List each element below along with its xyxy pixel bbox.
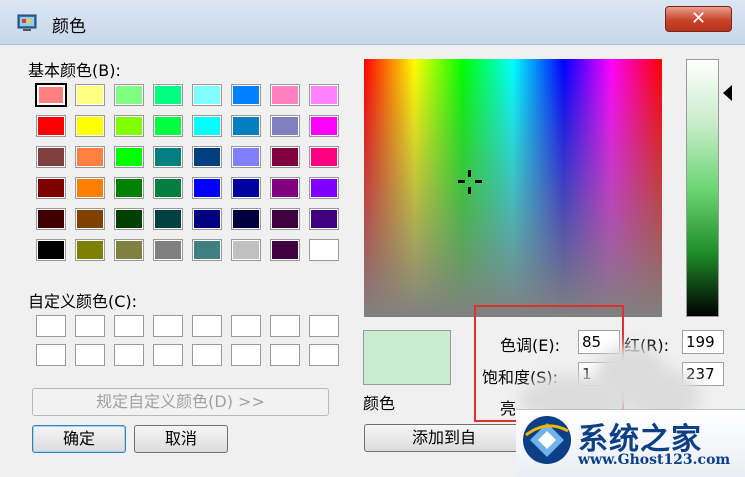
basic-color-swatch[interactable] <box>231 177 261 199</box>
basic-color-swatch[interactable] <box>36 239 66 261</box>
basic-color-swatch[interactable] <box>192 208 222 230</box>
preview-label: 颜色 <box>363 394 396 413</box>
basic-color-swatch[interactable] <box>75 177 105 199</box>
basic-color-swatch[interactable] <box>153 84 183 106</box>
close-icon: ✕ <box>690 8 707 29</box>
basic-color-swatch[interactable] <box>231 146 261 168</box>
basic-color-swatch[interactable] <box>231 208 261 230</box>
luminance-arrow-icon[interactable] <box>723 85 732 101</box>
basic-color-swatch[interactable] <box>192 84 222 106</box>
basic-color-swatch[interactable] <box>270 146 300 168</box>
custom-colors-label: 自定义颜色(C): <box>28 292 138 311</box>
watermark-url: www.Ghost123.com <box>578 452 731 468</box>
basic-color-swatch[interactable] <box>153 177 183 199</box>
basic-color-swatch[interactable] <box>153 146 183 168</box>
watermark-logo-icon <box>523 416 571 464</box>
basic-color-swatch[interactable] <box>192 177 222 199</box>
custom-color-slot[interactable] <box>231 344 261 366</box>
ok-button[interactable]: 确定 <box>32 425 126 453</box>
basic-color-swatch[interactable] <box>231 239 261 261</box>
custom-color-slot[interactable] <box>270 315 300 337</box>
luminance-slider[interactable] <box>686 59 719 317</box>
basic-color-swatch[interactable] <box>35 83 67 107</box>
custom-color-slot[interactable] <box>231 315 261 337</box>
basic-color-swatch[interactable] <box>114 208 144 230</box>
basic-color-swatch[interactable] <box>192 239 222 261</box>
basic-color-swatch[interactable] <box>309 146 339 168</box>
basic-color-swatch[interactable] <box>153 115 183 137</box>
basic-color-swatch[interactable] <box>309 208 339 230</box>
define-custom-colors-button[interactable]: 规定自定义颜色(D) >> <box>32 388 329 416</box>
cancel-button[interactable]: 取消 <box>134 425 228 453</box>
basic-color-swatch[interactable] <box>114 84 144 106</box>
custom-color-slot[interactable] <box>36 315 66 337</box>
basic-color-swatch[interactable] <box>153 208 183 230</box>
red-field[interactable]: 199 <box>682 330 724 354</box>
basic-color-swatch[interactable] <box>270 84 300 106</box>
basic-color-swatch[interactable] <box>309 84 339 106</box>
custom-color-slot[interactable] <box>192 315 222 337</box>
basic-color-swatch[interactable] <box>309 177 339 199</box>
basic-color-swatch[interactable] <box>114 146 144 168</box>
color-preview <box>363 330 451 385</box>
crosshair-icon <box>458 170 482 194</box>
custom-color-slot[interactable] <box>75 315 105 337</box>
color-dialog-icon <box>17 14 37 31</box>
basic-color-swatch[interactable] <box>153 239 183 261</box>
custom-color-slot[interactable] <box>36 344 66 366</box>
custom-color-slot[interactable] <box>75 344 105 366</box>
basic-color-swatch[interactable] <box>75 115 105 137</box>
basic-color-swatch[interactable] <box>75 84 105 106</box>
basic-color-swatch[interactable] <box>270 208 300 230</box>
custom-color-slot[interactable] <box>153 315 183 337</box>
basic-colors-label: 基本颜色(B): <box>28 61 121 80</box>
basic-color-swatch[interactable] <box>192 146 222 168</box>
close-button[interactable]: ✕ <box>665 6 732 32</box>
basic-color-swatch[interactable] <box>75 239 105 261</box>
custom-color-slot[interactable] <box>309 315 339 337</box>
custom-color-slot[interactable] <box>153 344 183 366</box>
basic-color-swatch[interactable] <box>231 84 261 106</box>
basic-color-swatch[interactable] <box>75 146 105 168</box>
basic-color-swatch[interactable] <box>114 239 144 261</box>
basic-color-swatch[interactable] <box>270 239 300 261</box>
basic-color-swatch[interactable] <box>309 239 339 261</box>
add-to-custom-button[interactable]: 添加到自 <box>364 424 524 452</box>
custom-color-slot[interactable] <box>309 344 339 366</box>
basic-color-swatch[interactable] <box>270 177 300 199</box>
basic-color-swatch[interactable] <box>75 208 105 230</box>
basic-color-swatch[interactable] <box>309 115 339 137</box>
basic-color-swatch[interactable] <box>36 177 66 199</box>
color-spectrum[interactable] <box>364 59 662 317</box>
custom-color-slot[interactable] <box>192 344 222 366</box>
custom-color-slot[interactable] <box>270 344 300 366</box>
title-bar: 颜色 ✕ <box>0 0 745 45</box>
basic-color-swatch[interactable] <box>36 115 66 137</box>
basic-color-swatch[interactable] <box>231 115 261 137</box>
basic-color-swatch[interactable] <box>36 208 66 230</box>
basic-color-swatch[interactable] <box>36 146 66 168</box>
custom-color-slot[interactable] <box>114 344 144 366</box>
custom-color-slot[interactable] <box>114 315 144 337</box>
basic-color-swatch[interactable] <box>270 115 300 137</box>
basic-color-swatch[interactable] <box>114 115 144 137</box>
basic-color-swatch[interactable] <box>192 115 222 137</box>
basic-color-swatch[interactable] <box>114 177 144 199</box>
window-title: 颜色 <box>52 17 86 37</box>
